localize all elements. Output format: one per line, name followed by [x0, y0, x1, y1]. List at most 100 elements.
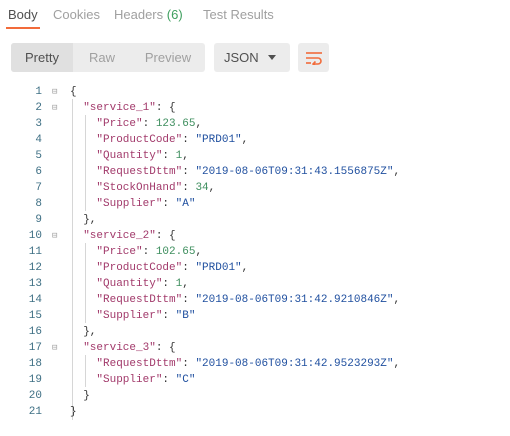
- json-string: "PRD01": [195, 262, 242, 274]
- json-punct: :: [142, 118, 156, 130]
- line-number: 21: [28, 406, 42, 418]
- format-select-value: JSON: [224, 50, 259, 65]
- json-number: 123.65: [155, 118, 196, 130]
- code-line: 4 "ProductCode": "PRD01",: [0, 132, 510, 148]
- json-number: 102.65: [155, 246, 196, 258]
- fold-toggle-icon[interactable]: ⊟: [52, 340, 62, 356]
- json-punct: [70, 182, 96, 194]
- raw-button[interactable]: Raw: [73, 43, 131, 72]
- json-punct: }: [70, 390, 90, 402]
- json-key: "Supplier": [96, 198, 163, 210]
- json-punct: [70, 198, 96, 210]
- preview-button[interactable]: Preview: [131, 43, 205, 72]
- json-punct: :: [182, 182, 196, 194]
- code-line-content: }: [70, 388, 90, 404]
- format-select[interactable]: JSON: [214, 43, 290, 72]
- code-line-content: "RequestDttm": "2019-08-06T09:31:42.9210…: [70, 292, 400, 308]
- json-punct: ,: [393, 166, 401, 178]
- json-punct: :: [162, 374, 176, 386]
- json-key: "StockOnHand": [96, 182, 183, 194]
- json-punct: [70, 310, 96, 322]
- json-string: "C": [175, 374, 196, 386]
- response-toolbar: Pretty Raw Preview JSON: [0, 36, 510, 80]
- code-line: 8 "Supplier": "A": [0, 196, 510, 212]
- code-line-content: "Quantity": 1,: [70, 276, 189, 292]
- json-string: "A": [175, 198, 196, 210]
- json-punct: ,: [195, 118, 203, 130]
- code-line: 11 "Price": 102.65,: [0, 244, 510, 260]
- json-punct: :: [162, 198, 176, 210]
- json-punct: ,: [182, 278, 189, 290]
- fold-toggle-icon[interactable]: ⊟: [52, 100, 62, 116]
- json-punct: [70, 246, 96, 258]
- line-number: 13: [28, 278, 42, 290]
- json-punct: : {: [155, 342, 176, 354]
- code-line: 10 ⊟ "service_2": {: [0, 228, 510, 244]
- view-mode-segmented-control: Pretty Raw Preview: [11, 43, 205, 72]
- code-line-content: },: [70, 324, 96, 340]
- json-key: "Price": [96, 246, 143, 258]
- fold-toggle-icon[interactable]: ⊟: [52, 84, 62, 100]
- code-line: 16 },: [0, 324, 510, 340]
- code-line: 2 ⊟ "service_1": {: [0, 100, 510, 116]
- json-punct: :: [182, 262, 196, 274]
- line-number: 5: [35, 150, 42, 162]
- code-line: 15 "Supplier": "B": [0, 308, 510, 324]
- code-line: 19 "Supplier": "C": [0, 372, 510, 388]
- json-punct: [70, 102, 83, 114]
- line-number: 16: [28, 326, 42, 338]
- json-punct: : {: [155, 102, 176, 114]
- code-line-content: }: [70, 404, 77, 420]
- pretty-button[interactable]: Pretty: [11, 43, 73, 72]
- tab-test-results[interactable]: Test Results: [203, 0, 274, 30]
- code-line: 7 "StockOnHand": 34,: [0, 180, 510, 196]
- code-line: 21}: [0, 404, 510, 420]
- code-line-content: "Price": 102.65,: [70, 244, 202, 260]
- code-line-content: {: [70, 84, 77, 100]
- json-key: "Supplier": [96, 374, 163, 386]
- json-punct: [70, 358, 96, 370]
- code-line-content: "Supplier": "C": [70, 372, 195, 388]
- json-punct: ,: [393, 358, 401, 370]
- json-punct: [70, 166, 96, 178]
- line-number: 14: [28, 294, 42, 306]
- json-string: "2019-08-06T09:31:42.9523293Z": [195, 358, 394, 370]
- headers-count-badge: (6): [166, 7, 183, 22]
- json-punct: {: [70, 86, 77, 98]
- code-line: 12 "ProductCode": "PRD01",: [0, 260, 510, 276]
- json-string: "2019-08-06T09:31:43.1556875Z": [195, 166, 394, 178]
- code-line-content: },: [70, 212, 96, 228]
- json-number: 34: [195, 182, 209, 194]
- json-key: "RequestDttm": [96, 358, 183, 370]
- code-line-content: "service_2": {: [70, 228, 176, 244]
- fold-toggle-icon[interactable]: ⊟: [52, 228, 62, 244]
- code-line-content: "service_3": {: [70, 340, 176, 356]
- line-number: 15: [28, 310, 42, 322]
- line-number: 1: [35, 86, 42, 98]
- json-punct: :: [182, 358, 196, 370]
- json-punct: [70, 374, 96, 386]
- tab-cookies[interactable]: Cookies: [53, 0, 100, 30]
- json-key: "service_1": [83, 102, 156, 114]
- code-line-content: "ProductCode": "PRD01",: [70, 260, 248, 276]
- response-tabs: Body Cookies Headers (6) Test Results: [0, 0, 510, 30]
- wrap-lines-button[interactable]: [298, 43, 329, 72]
- json-punct: ,: [182, 150, 189, 162]
- tab-body[interactable]: Body: [6, 0, 40, 30]
- json-punct: [70, 294, 96, 306]
- json-punct: [70, 150, 96, 162]
- json-punct: :: [142, 246, 156, 258]
- code-line-content: "RequestDttm": "2019-08-06T09:31:43.1556…: [70, 164, 400, 180]
- line-number: 17: [28, 342, 42, 354]
- line-number: 7: [35, 182, 42, 194]
- response-body-editor[interactable]: 1 ⊟ {2 ⊟ "service_1": {3 "Price": 123.65, 4 …: [0, 83, 510, 428]
- code-line: 17 ⊟ "service_3": {: [0, 340, 510, 356]
- json-punct: : {: [155, 230, 176, 242]
- tab-headers[interactable]: Headers (6): [114, 0, 183, 30]
- json-punct: :: [162, 310, 176, 322]
- json-key: "Quantity": [96, 150, 163, 162]
- code-line: 13 "Quantity": 1,: [0, 276, 510, 292]
- code-line-content: "Supplier": "B": [70, 308, 195, 324]
- json-punct: ,: [241, 262, 249, 274]
- code-line: 3 "Price": 123.65,: [0, 116, 510, 132]
